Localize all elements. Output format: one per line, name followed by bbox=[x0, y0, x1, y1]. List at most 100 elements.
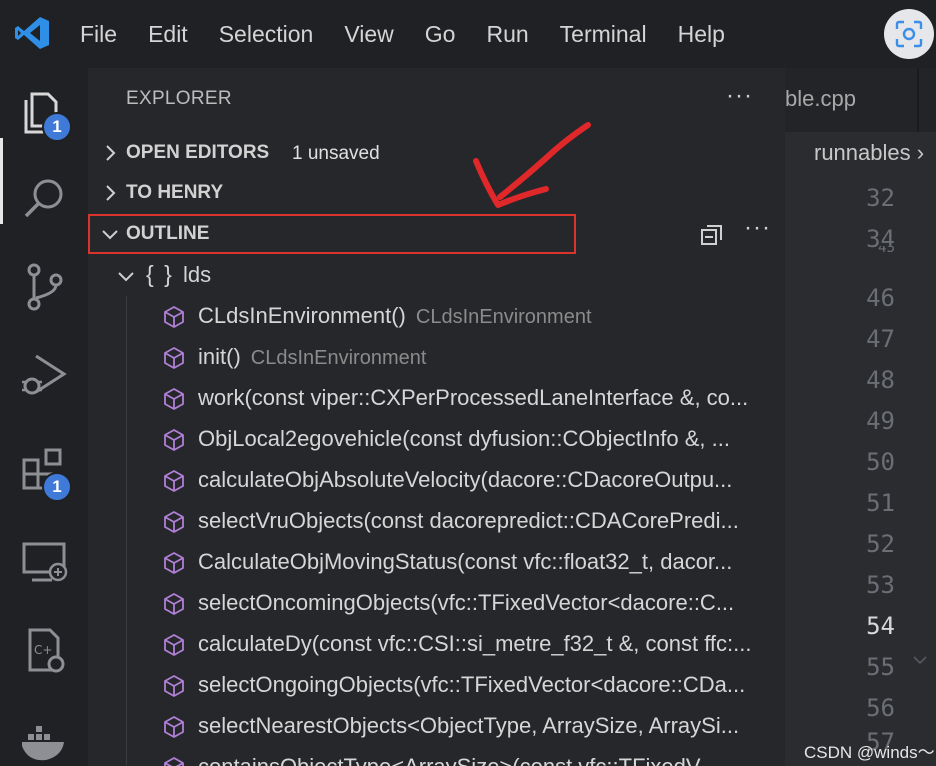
method-label: CalculateObjMovingStatus(const vfc::floa… bbox=[198, 549, 733, 574]
source-control-icon[interactable] bbox=[18, 260, 72, 314]
method-cube-icon bbox=[164, 716, 184, 738]
explorer-badge: 1 bbox=[42, 112, 72, 142]
scan-icon bbox=[895, 20, 923, 48]
fold-chevron-icon[interactable] bbox=[913, 655, 927, 665]
method-label: calculateDy(const vfc::CSI::si_metre_f32… bbox=[198, 631, 752, 656]
line-number: 56 bbox=[866, 694, 895, 722]
annotation-arrow-icon bbox=[473, 122, 591, 208]
method-label: selectNearestObjects<ObjectType, ArraySi… bbox=[198, 713, 740, 738]
explorer-more-actions-button[interactable]: ··· bbox=[726, 82, 753, 110]
menu-view[interactable]: View bbox=[344, 0, 393, 68]
line-number: 52 bbox=[866, 530, 895, 558]
outline-method-item[interactable]: selectNearestObjects<ObjectType, ArraySi… bbox=[88, 706, 783, 747]
docker-icon[interactable] bbox=[18, 716, 72, 766]
open-editors-section[interactable]: OPEN EDITORS 1 unsaved bbox=[88, 134, 785, 174]
menu-selection[interactable]: Selection bbox=[219, 0, 314, 68]
screen-scan-button[interactable] bbox=[884, 9, 934, 59]
vscode-logo-icon bbox=[15, 17, 49, 49]
method-label: selectOngoingObjects(vfc::TFixedVector<d… bbox=[198, 672, 746, 697]
svg-text:C+: C+ bbox=[34, 643, 52, 657]
collapse-all-icon[interactable] bbox=[700, 224, 724, 246]
outline-method-item[interactable]: selectOncomingObjects(vfc::TFixedVector<… bbox=[88, 583, 783, 624]
chevron-down-icon bbox=[118, 272, 134, 282]
method-cube-icon bbox=[164, 675, 184, 697]
outline-method-item[interactable]: calculateObjAbsoluteVelocity(dacore::CDa… bbox=[88, 460, 783, 501]
outline-highlight-box bbox=[88, 214, 576, 254]
outline-method-item[interactable]: selectOngoingObjects(vfc::TFixedVector<d… bbox=[88, 665, 783, 706]
editor-tab-strip: ble.cpp bbox=[785, 68, 936, 132]
active-view-indicator bbox=[0, 138, 3, 224]
remote-explorer-icon[interactable] bbox=[18, 534, 72, 588]
method-cube-icon bbox=[164, 511, 184, 533]
outline-method-item[interactable]: calculateDy(const vfc::CSI::si_metre_f32… bbox=[88, 624, 783, 665]
line-number: 53 bbox=[866, 571, 895, 599]
line-number: 48 bbox=[866, 366, 895, 394]
menu-run[interactable]: Run bbox=[486, 0, 528, 68]
method-cube-icon bbox=[164, 757, 184, 766]
method-cube-icon bbox=[164, 429, 184, 451]
method-label: init() CLdsInEnvironment bbox=[198, 344, 427, 369]
method-cube-icon bbox=[164, 552, 184, 574]
method-label: calculateObjAbsoluteVelocity(dacore::CDa… bbox=[198, 467, 733, 492]
to-henry-section[interactable]: TO HENRY bbox=[88, 174, 785, 214]
to-henry-title: TO HENRY bbox=[126, 182, 224, 203]
outline-method-item[interactable]: CalculateObjMovingStatus(const vfc::floa… bbox=[88, 542, 783, 583]
outline-method-item[interactable]: ObjLocal2egovehicle(const dyfusion::CObj… bbox=[88, 419, 783, 460]
line-number: 54 bbox=[866, 612, 895, 640]
method-label: ObjLocal2egovehicle(const dyfusion::CObj… bbox=[198, 426, 730, 451]
menu-go[interactable]: Go bbox=[425, 0, 456, 68]
line-number: 51 bbox=[866, 489, 895, 517]
outline-method-item[interactable]: containsObjectType<ArraySize>(const vfc:… bbox=[88, 747, 783, 766]
cmake-icon[interactable]: C+ bbox=[18, 624, 72, 678]
line-number: 46 bbox=[866, 284, 895, 312]
chevron-right-icon bbox=[106, 185, 116, 201]
namespace-icon: { } bbox=[146, 261, 174, 287]
title-bar: File Edit Selection View Go Run Terminal… bbox=[0, 0, 936, 68]
namespace-label: lds bbox=[183, 262, 212, 287]
outline-root-item[interactable]: { } lds bbox=[88, 255, 783, 296]
method-cube-icon bbox=[164, 593, 184, 615]
line-number: 45 bbox=[878, 246, 895, 256]
menu-edit[interactable]: Edit bbox=[148, 0, 188, 68]
outline-method-item[interactable]: work(const viper::CXPerProcessedLaneInte… bbox=[88, 378, 783, 419]
method-detail: CLdsInEnvironment bbox=[415, 306, 592, 328]
outline-method-item[interactable]: selectVruObjects(const dacorepredict::CD… bbox=[88, 501, 783, 542]
outline-more-actions-button[interactable]: ··· bbox=[744, 214, 771, 242]
method-label: selectVruObjects(const dacorepredict::CD… bbox=[198, 508, 739, 533]
line-number: 50 bbox=[866, 448, 895, 476]
breadcrumb[interactable]: runnables › bbox=[814, 140, 924, 166]
explorer-title: EXPLORER bbox=[126, 88, 232, 109]
search-icon[interactable] bbox=[18, 172, 72, 226]
menu-terminal[interactable]: Terminal bbox=[560, 0, 647, 68]
method-cube-icon bbox=[164, 470, 184, 492]
method-cube-icon bbox=[164, 306, 184, 328]
method-label: work(const viper::CXPerProcessedLaneInte… bbox=[198, 385, 749, 410]
method-label: selectOncomingObjects(vfc::TFixedVector<… bbox=[198, 590, 735, 615]
menu-file[interactable]: File bbox=[80, 0, 117, 68]
watermark: CSDN @winds～ bbox=[804, 743, 935, 762]
line-number: 32 bbox=[866, 184, 895, 212]
method-cube-icon bbox=[164, 347, 184, 369]
menu-help[interactable]: Help bbox=[678, 0, 725, 68]
method-label: containsObjectType<ArraySize>(const vfc:… bbox=[198, 754, 727, 766]
chevron-right-icon bbox=[106, 145, 116, 161]
method-detail: CLdsInEnvironment bbox=[250, 347, 427, 369]
outline-method-item[interactable]: CLdsInEnvironment() CLdsInEnvironment bbox=[88, 296, 783, 337]
open-editors-title: OPEN EDITORS bbox=[126, 142, 270, 163]
explorer-sidebar: EXPLORER ··· OPEN EDITORS 1 unsaved TO H… bbox=[88, 68, 785, 766]
line-number: 49 bbox=[866, 407, 895, 435]
outline-tree: { } lds CLdsInEnvironment() CLdsInEnviron… bbox=[88, 255, 783, 766]
menu-bar: File Edit Selection View Go Run Terminal… bbox=[80, 0, 756, 68]
method-label: CLdsInEnvironment() CLdsInEnvironment bbox=[198, 303, 592, 328]
run-debug-icon[interactable] bbox=[18, 348, 72, 402]
editor-area: ble.cpp runnables › 32 34 45 46 47 48 49 50 51 52… bbox=[785, 68, 936, 766]
line-number: 47 bbox=[866, 325, 895, 353]
editor-tab[interactable]: ble.cpp bbox=[785, 86, 856, 112]
method-cube-icon bbox=[164, 634, 184, 656]
extensions-badge: 1 bbox=[42, 472, 72, 502]
line-number: 55 bbox=[866, 653, 895, 681]
activity-bar: 1 1 C+ bbox=[0, 68, 88, 766]
tab-separator bbox=[917, 68, 919, 132]
outline-method-item[interactable]: init() CLdsInEnvironment bbox=[88, 337, 783, 378]
unsaved-count: 1 unsaved bbox=[292, 143, 380, 164]
